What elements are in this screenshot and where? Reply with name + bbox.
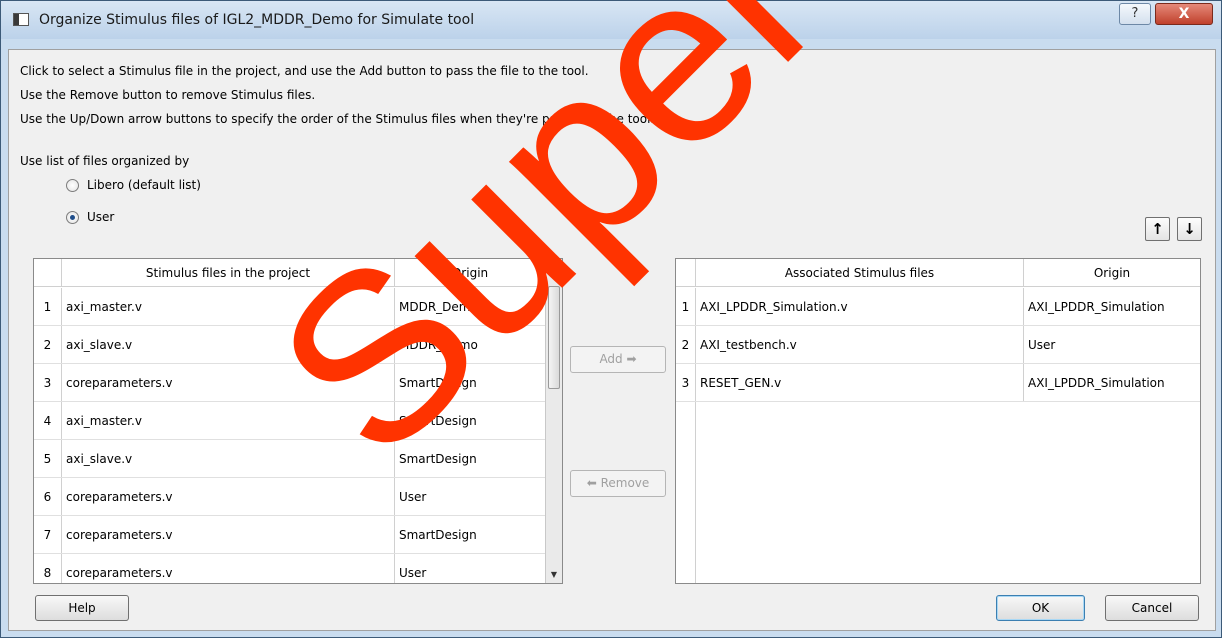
ok-button[interactable]: OK	[996, 595, 1085, 621]
move-up-button[interactable]: ↑	[1145, 217, 1170, 241]
origin-cell: MDDR_Demo	[395, 326, 546, 363]
remove-button[interactable]: ⬅ Remove	[570, 470, 666, 497]
instruction-line-2: Use the Remove button to remove Stimulus…	[20, 88, 316, 102]
origin-cell: SmartDesign	[395, 440, 546, 477]
table-row[interactable]: 7 coreparameters.v SmartDesign	[34, 516, 546, 554]
column-origin[interactable]: Origin	[1024, 259, 1200, 287]
instruction-line-1: Click to select a Stimulus file in the p…	[20, 64, 589, 78]
radio-user-label: User	[87, 210, 115, 224]
dialog-window: Organize Stimulus files of IGL2_MDDR_Dem…	[0, 0, 1222, 638]
row-number: 6	[34, 478, 62, 515]
associated-files-header: Associated Stimulus files Origin	[676, 259, 1200, 287]
origin-cell: SmartDesign	[395, 402, 546, 439]
origin-cell: MDDR_Demo	[395, 288, 546, 325]
table-row[interactable]: 6 coreparameters.v User	[34, 478, 546, 516]
row-number: 7	[34, 516, 62, 553]
scroll-thumb[interactable]	[548, 286, 560, 389]
row-number: 1	[676, 288, 696, 325]
associated-files-table: Associated Stimulus files Origin 1 AXI_L…	[675, 258, 1201, 584]
file-cell: coreparameters.v	[62, 364, 395, 401]
row-number: 5	[34, 440, 62, 477]
column-stimulus-files[interactable]: Stimulus files in the project	[62, 259, 395, 287]
project-files-table: Stimulus files in the project Origin 1 a…	[33, 258, 563, 584]
radio-libero-circle[interactable]	[66, 178, 79, 192]
window-icon	[13, 13, 29, 26]
scroll-down-arrow-icon[interactable]: ▼	[546, 566, 562, 583]
origin-cell: AXI_LPDDR_Simulation	[1028, 376, 1165, 390]
file-cell: RESET_GEN.v	[696, 364, 1024, 401]
file-cell: axi_slave.v	[62, 326, 395, 363]
table-row[interactable]: 3 RESET_GEN.v AXI_LPDDR_Simulation	[676, 364, 1200, 402]
table-row[interactable]: 2 axi_slave.v MDDR_Demo	[34, 326, 546, 364]
row-number: 2	[34, 326, 62, 363]
origin-cell: SmartDesign	[395, 516, 546, 553]
radio-libero[interactable]: Libero (default list)	[66, 178, 201, 192]
row-number: 1	[34, 288, 62, 325]
help-button[interactable]: Help	[35, 595, 129, 621]
origin-cell: User	[1028, 338, 1056, 352]
row-number: 3	[34, 364, 62, 401]
title-bar: Organize Stimulus files of IGL2_MDDR_Dem…	[1, 1, 1221, 39]
organize-label: Use list of files organized by	[20, 154, 190, 168]
file-cell: coreparameters.v	[62, 516, 395, 553]
window-title: Organize Stimulus files of IGL2_MDDR_Dem…	[39, 12, 475, 28]
table-row[interactable]: 3 coreparameters.v SmartDesign	[34, 364, 546, 402]
add-button[interactable]: Add ➡	[570, 346, 666, 373]
row-number: 8	[34, 554, 62, 583]
radio-libero-label: Libero (default list)	[87, 178, 201, 192]
move-down-button[interactable]: ↓	[1177, 217, 1202, 241]
file-cell: axi_master.v	[62, 288, 395, 325]
radio-user-circle[interactable]	[66, 210, 79, 224]
file-cell: AXI_testbench.v	[696, 326, 1024, 363]
origin-cell: SmartDesign	[395, 364, 546, 401]
file-cell: axi_slave.v	[62, 440, 395, 477]
file-cell: coreparameters.v	[62, 478, 395, 515]
column-origin[interactable]: Origin	[395, 259, 546, 287]
table-row[interactable]: 1 AXI_LPDDR_Simulation.v AXI_LPDDR_Simul…	[676, 288, 1200, 326]
table-row[interactable]: 8 coreparameters.v User	[34, 554, 546, 583]
origin-cell: User	[395, 478, 546, 515]
project-files-header: Stimulus files in the project Origin	[34, 259, 546, 287]
row-number-gutter	[676, 402, 696, 583]
table-row[interactable]: 2 AXI_testbench.v User	[676, 326, 1200, 364]
row-number-header	[676, 259, 696, 287]
origin-cell: User	[395, 554, 546, 583]
scroll-up-arrow-icon[interactable]: ▲	[546, 259, 562, 276]
row-number: 4	[34, 402, 62, 439]
file-cell: axi_master.v	[62, 402, 395, 439]
origin-cell: AXI_LPDDR_Simulation	[1028, 300, 1165, 314]
table-row[interactable]: 4 axi_master.v SmartDesign	[34, 402, 546, 440]
column-associated-files[interactable]: Associated Stimulus files	[696, 259, 1024, 287]
row-number: 3	[676, 364, 696, 401]
vertical-scrollbar[interactable]: ▲ ▼	[545, 259, 562, 583]
instruction-line-3: Use the Up/Down arrow buttons to specify…	[20, 112, 655, 126]
table-row[interactable]: 1 axi_master.v MDDR_Demo	[34, 288, 546, 326]
file-cell: AXI_LPDDR_Simulation.v	[696, 288, 1024, 325]
table-row[interactable]: 5 axi_slave.v SmartDesign	[34, 440, 546, 478]
file-cell: coreparameters.v	[62, 554, 395, 583]
cancel-button[interactable]: Cancel	[1105, 595, 1199, 621]
context-help-button[interactable]: ?	[1119, 3, 1151, 25]
row-number-header	[34, 259, 62, 287]
close-button[interactable]: X	[1155, 3, 1213, 25]
row-number: 2	[676, 326, 696, 363]
dialog-content: Click to select a Stimulus file in the p…	[8, 49, 1216, 631]
radio-user[interactable]: User	[66, 210, 114, 224]
